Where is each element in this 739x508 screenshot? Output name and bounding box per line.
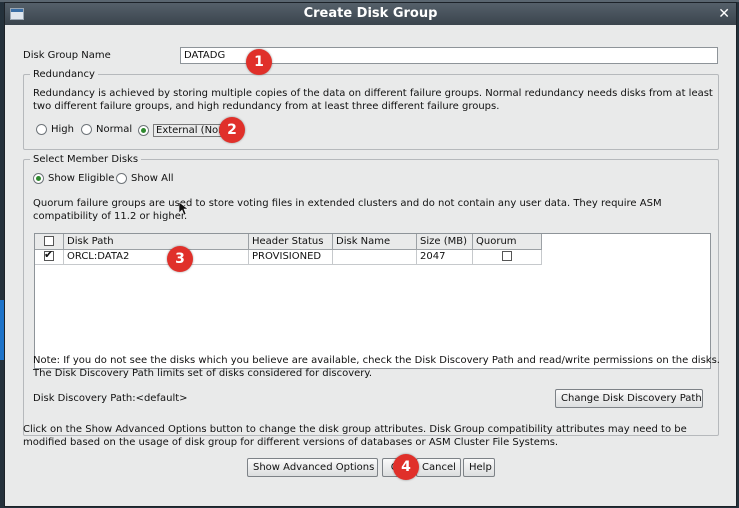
column-header-quorum[interactable]: Quorum xyxy=(473,234,542,250)
dialog-content: Disk Group Name DATADG Redundancy Redund… xyxy=(5,25,736,506)
disk-path-cell: ORCL:DATA2 xyxy=(64,250,249,265)
advanced-note-line2: modified based on the usage of disk grou… xyxy=(23,437,559,448)
show-advanced-options-button[interactable]: Show Advanced Options xyxy=(247,458,378,477)
column-header-header-status[interactable]: Header Status xyxy=(249,234,333,250)
table-row[interactable]: ORCL:DATA2 PROVISIONED 2047 xyxy=(35,250,542,265)
radio-circle xyxy=(36,124,47,135)
radio-circle xyxy=(116,173,127,184)
discovery-note-line2: The Disk Discovery Path limits set of di… xyxy=(33,368,373,379)
help-button[interactable]: Help xyxy=(463,458,495,477)
cancel-button[interactable]: Cancel xyxy=(416,458,461,477)
quorum-checkbox[interactable] xyxy=(502,251,512,261)
select-all-checkbox[interactable] xyxy=(44,236,54,246)
annotation-badge-4: 4 xyxy=(393,454,419,480)
discovery-note-line1: Note: If you do not see the disks which … xyxy=(33,355,720,366)
disk-table[interactable]: Disk Path Header Status Disk Name Size (… xyxy=(34,233,711,369)
redundancy-external-radio[interactable]: External (Non xyxy=(138,124,228,137)
size-cell: 2047 xyxy=(417,250,473,265)
redundancy-high-radio[interactable]: High xyxy=(36,124,74,135)
create-disk-group-dialog: Create Disk Group ✕ Disk Group Name DATA… xyxy=(4,2,737,507)
annotation-badge-1: 1 xyxy=(246,49,272,75)
quorum-note-line1: Quorum failure groups are used to store … xyxy=(33,198,662,209)
annotation-badge-3: 3 xyxy=(167,246,193,272)
show-all-radio[interactable]: Show All xyxy=(116,173,174,184)
radio-label-show-eligible: Show Eligible xyxy=(48,173,115,184)
redundancy-description-line1: Redundancy is achieved by storing multip… xyxy=(33,88,713,99)
close-icon[interactable]: ✕ xyxy=(718,3,730,25)
column-header-disk-path[interactable]: Disk Path xyxy=(64,234,249,250)
radio-circle-selected xyxy=(33,173,44,184)
title-bar: Create Disk Group ✕ xyxy=(5,3,736,25)
select-all-header[interactable] xyxy=(35,234,64,250)
disk-name-cell xyxy=(333,250,417,265)
column-header-disk-name[interactable]: Disk Name xyxy=(333,234,417,250)
redundancy-description-line2: two different failure groups, and high r… xyxy=(33,101,500,112)
header-status-cell: PROVISIONED xyxy=(249,250,333,265)
quorum-cell xyxy=(473,250,542,265)
mouse-pointer-icon xyxy=(179,202,189,216)
show-eligible-radio[interactable]: Show Eligible xyxy=(33,173,114,184)
annotation-badge-2: 2 xyxy=(219,117,245,143)
quorum-note-line2: compatibility of 11.2 or higher. xyxy=(33,211,188,222)
member-disks-legend: Select Member Disks xyxy=(33,154,139,165)
disk-group-name-label: Disk Group Name xyxy=(23,50,111,61)
window-icon xyxy=(10,8,24,20)
redundancy-legend: Redundancy xyxy=(33,69,95,80)
discovery-path-label: Disk Discovery Path:<default> xyxy=(33,393,188,404)
radio-circle xyxy=(81,124,92,135)
discovery-note: Note: If you do not see the disks which … xyxy=(33,354,720,380)
radio-label-high: High xyxy=(51,124,74,135)
radio-label-show-all: Show All xyxy=(131,173,174,184)
table-header: Disk Path Header Status Disk Name Size (… xyxy=(35,234,542,250)
advanced-note-line1: Click on the Show Advanced Options butto… xyxy=(23,424,687,435)
change-discovery-path-button[interactable]: Change Disk Discovery Path xyxy=(555,389,703,408)
column-header-size[interactable]: Size (MB) xyxy=(417,234,473,250)
dialog-title: Create Disk Group xyxy=(303,6,438,21)
redundancy-description: Redundancy is achieved by storing multip… xyxy=(33,87,713,113)
radio-label-normal: Normal xyxy=(96,124,133,135)
radio-circle-selected xyxy=(138,125,149,136)
redundancy-normal-radio[interactable]: Normal xyxy=(81,124,132,135)
quorum-note: Quorum failure groups are used to store … xyxy=(33,197,662,223)
row-select-checkbox[interactable] xyxy=(44,250,54,262)
radio-label-external: External (Non xyxy=(153,124,228,137)
advanced-options-note: Click on the Show Advanced Options butto… xyxy=(23,423,687,449)
row-select-cell xyxy=(35,250,64,265)
